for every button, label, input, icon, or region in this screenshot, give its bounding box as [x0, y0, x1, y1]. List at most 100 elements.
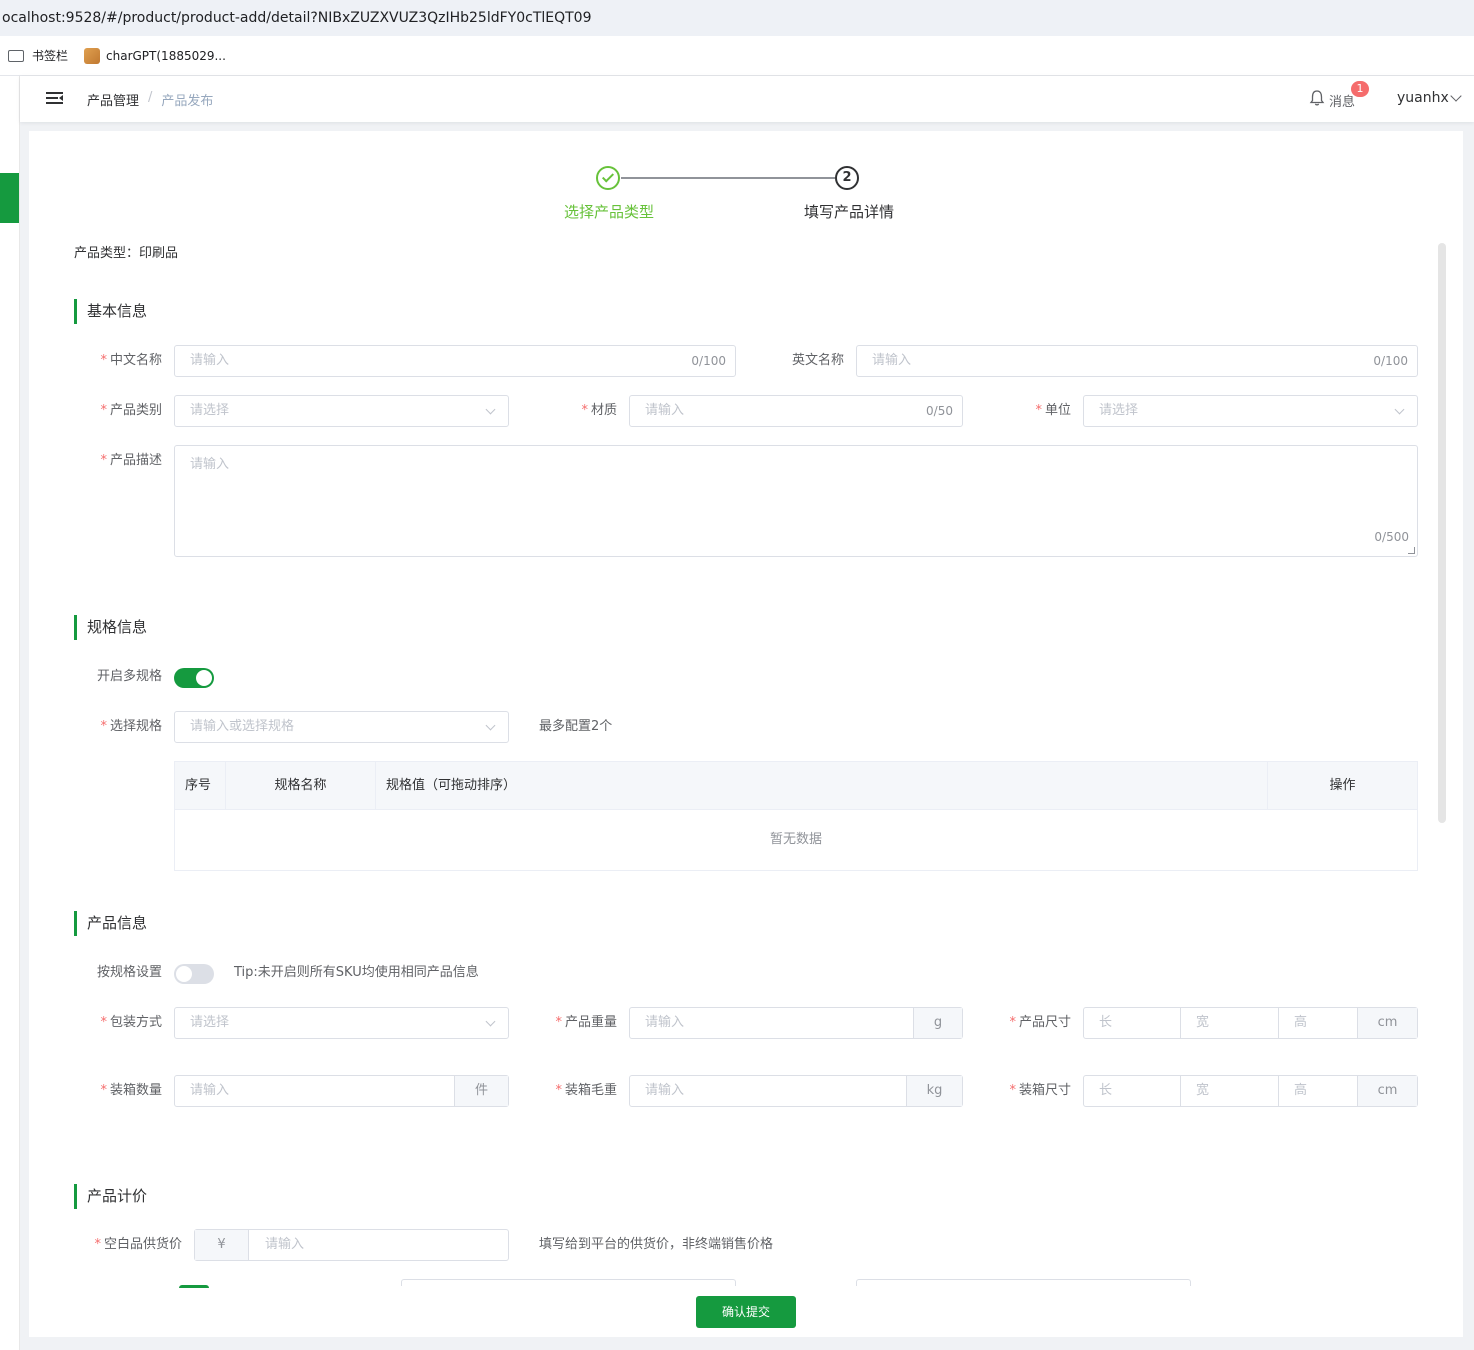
folder-icon [8, 49, 24, 62]
breadcrumb-separator: / [148, 90, 153, 105]
section-title-basic: 基本信息 [74, 299, 147, 324]
check-icon [601, 170, 615, 183]
partial-input [401, 1279, 736, 1286]
partial-input [856, 1279, 1191, 1286]
box-size-unit: cm [1358, 1076, 1417, 1106]
char-counter: 0/100 [691, 354, 726, 368]
bookmark-chargpt[interactable]: charGPT(1885029... [84, 47, 226, 64]
menu-toggle-icon[interactable] [46, 91, 63, 106]
label-select-spec: * 选择规格 [100, 719, 162, 734]
by-spec-switch[interactable] [174, 964, 214, 984]
switch-knob [176, 966, 192, 982]
supply-price-input[interactable]: ¥ 请输入 [194, 1229, 509, 1261]
scrollbar-thumb[interactable] [1438, 243, 1446, 823]
step-label-fill-detail: 填写产品详情 [803, 203, 894, 221]
cn-name-input[interactable]: 请输入 0/100 [174, 345, 736, 377]
section-title-product-info: 产品信息 [74, 911, 147, 936]
switch-knob [196, 670, 212, 686]
description-textarea[interactable]: 请输入 0/500 [174, 445, 1418, 557]
char-counter: 0/100 [1373, 354, 1408, 368]
breadcrumb-current: 产品发布 [161, 94, 214, 109]
bookmark-label: 书签栏 [32, 49, 69, 63]
main-card: 2 选择产品类型 填写产品详情 产品类型：印刷品 基本信息 * 中文名称 请输入 … [29, 131, 1463, 1337]
table-empty-text: 暂无数据 [769, 832, 822, 847]
spec-limit-hint: 最多配置2个 [539, 719, 613, 734]
resize-handle-icon[interactable] [1408, 547, 1415, 554]
bookmarks-bar: 书签栏 charGPT(1885029... [0, 36, 1474, 76]
label-supply-price: * 空白品供货价 [94, 1237, 182, 1252]
label-packing: * 包装方式 [100, 1015, 162, 1030]
size-width-input[interactable]: 宽 [1181, 1008, 1279, 1038]
currency-prefix: ¥ [195, 1230, 249, 1260]
size-height-input[interactable]: 高 [1279, 1008, 1358, 1038]
messages-label[interactable]: 消息 [1329, 91, 1355, 110]
label-category: * 产品类别 [100, 403, 162, 418]
size-unit: cm [1358, 1008, 1417, 1038]
en-name-input[interactable]: 请输入 0/100 [856, 345, 1418, 377]
label-unit: * 单位 [1035, 403, 1071, 418]
step-current-circle: 2 [835, 166, 859, 190]
section-title-spec: 规格信息 [74, 615, 147, 640]
label-description: * 产品描述 [100, 453, 162, 468]
sku-tip: Tip:未开启则所有SKU均使用相同产品信息 [234, 965, 479, 980]
bell-icon[interactable] [1308, 89, 1326, 107]
chevron-down-icon [485, 404, 496, 415]
char-counter: 0/500 [1374, 530, 1409, 544]
messages-badge: 1 [1351, 81, 1369, 97]
address-bar[interactable]: ocalhost:9528/#/product/product-add/deta… [0, 0, 1474, 36]
label-weight: * 产品重量 [555, 1015, 617, 1030]
steps-connector [621, 177, 835, 179]
spec-table: 序号 规格名称 规格值（可拖动排序） 操作 暂无数据 [174, 761, 1418, 871]
label-box-size: * 装箱尺寸 [1009, 1083, 1071, 1098]
chevron-down-icon [1394, 404, 1405, 415]
bookmark-folder[interactable]: 书签栏 [8, 47, 68, 64]
weight-input[interactable]: 请输入 g [629, 1007, 963, 1039]
confirm-submit-button[interactable]: 确认提交 [696, 1296, 796, 1328]
box-qty-input[interactable]: 请输入 件 [174, 1075, 509, 1107]
partial-switch [179, 1285, 209, 1288]
th-index: 序号 [175, 762, 226, 810]
site-favicon-icon [84, 47, 101, 64]
table-header: 序号 规格名称 规格值（可拖动排序） 操作 [175, 762, 1417, 810]
bookmark-label: charGPT(1885029... [106, 48, 226, 63]
section-title-pricing: 产品计价 [74, 1184, 147, 1209]
box-height-input[interactable]: 高 [1279, 1076, 1358, 1106]
box-weight-unit: kg [906, 1076, 962, 1106]
top-navbar: 产品管理 / 产品发布 消息 1 yuanhx [20, 76, 1474, 122]
label-material: * 材质 [581, 403, 617, 418]
box-weight-input[interactable]: 请输入 kg [629, 1075, 963, 1107]
chevron-down-icon [485, 1016, 496, 1027]
chevron-down-icon[interactable] [1450, 90, 1462, 102]
step-label-select-type: 选择产品类型 [563, 203, 654, 221]
username[interactable]: yuanhx [1397, 90, 1449, 106]
size-length-input[interactable]: 长 [1084, 1008, 1181, 1038]
packing-select[interactable]: 请选择 [174, 1007, 509, 1039]
url-text[interactable]: ocalhost:9528/#/product/product-add/deta… [2, 10, 592, 26]
box-width-input[interactable]: 宽 [1181, 1076, 1279, 1106]
sidebar-active-indicator[interactable] [0, 173, 19, 223]
label-en-name: 英文名称 [791, 353, 844, 368]
box-length-input[interactable]: 长 [1084, 1076, 1181, 1106]
step-done-circle [596, 166, 620, 190]
multi-spec-switch[interactable] [174, 668, 214, 688]
label-by-spec: 按规格设置 [96, 965, 162, 980]
breadcrumb-item[interactable]: 产品管理 [87, 90, 139, 109]
category-select[interactable]: 请选择 [174, 395, 509, 427]
chevron-down-icon [485, 720, 496, 731]
label-cn-name: * 中文名称 [100, 353, 162, 368]
unit-select[interactable]: 请选择 [1083, 395, 1418, 427]
char-counter: 0/50 [926, 404, 953, 418]
sidebar-collapsed [0, 76, 20, 1350]
spec-select[interactable]: 请输入或选择规格 [174, 711, 509, 743]
label-multi-spec: 开启多规格 [96, 669, 162, 684]
box-qty-unit: 件 [454, 1076, 508, 1106]
product-type-text: 产品类型：印刷品 [74, 246, 179, 261]
th-spec-name: 规格名称 [226, 762, 376, 810]
weight-unit: g [913, 1008, 962, 1038]
label-box-weight: * 装箱毛重 [555, 1083, 617, 1098]
supply-price-hint: 填写给到平台的供货价，非终端销售价格 [539, 1237, 774, 1252]
breadcrumb: 产品管理 / 产品发布 [87, 90, 213, 109]
label-size: * 产品尺寸 [1009, 1015, 1071, 1030]
label-box-qty: * 装箱数量 [100, 1083, 162, 1098]
material-input[interactable]: 请输入 0/50 [629, 395, 963, 427]
